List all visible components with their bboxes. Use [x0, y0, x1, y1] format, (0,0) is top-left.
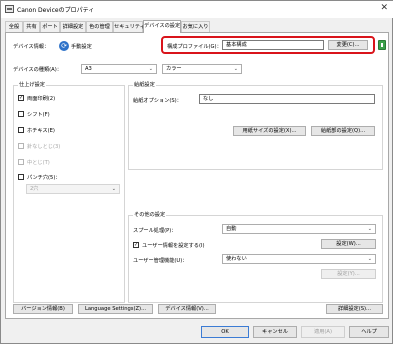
properties-window: Canon Deviceのプロパティ ✕ 全般 共有 ポート 詳細設定 色の管理…: [0, 0, 393, 344]
shift-checkbox[interactable]: [18, 111, 24, 117]
user-mgmt-settings-button[interactable]: 設定(Y)...: [321, 269, 376, 279]
config-profile-field[interactable]: 基本構成: [222, 40, 324, 50]
printer-icon: [5, 5, 14, 13]
advanced-settings-button[interactable]: 詳細設定(S)...: [326, 304, 383, 314]
chevron-down-icon: ⌄: [111, 186, 116, 192]
tab-ports[interactable]: ポート: [40, 21, 60, 32]
tab-security[interactable]: セキュリティ: [113, 21, 145, 32]
device-type-label: デバイスの種類(A)：: [13, 67, 62, 73]
user-mgmt-value: 使わない: [226, 256, 247, 262]
chevron-down-icon: ⌄: [367, 256, 372, 262]
chevron-down-icon: ⌄: [148, 66, 153, 72]
staple-label: ホチキス(E): [27, 128, 55, 134]
help-button[interactable]: ヘルプ: [349, 326, 389, 338]
chevron-down-icon: ⌄: [367, 226, 372, 232]
staple-free-checkbox[interactable]: [18, 143, 24, 149]
ok-button[interactable]: OK: [201, 326, 249, 338]
window-title: Canon Deviceのプロパティ: [17, 7, 95, 14]
punch-label: パンチ穴(5)：: [27, 175, 61, 181]
saddle-stitch-label: 中とじ(T): [27, 160, 50, 166]
shift-label: シフト(F): [27, 112, 50, 118]
sync-icon: ⟳: [59, 41, 69, 51]
punch-select[interactable]: 2穴 ⌄: [26, 184, 120, 194]
duplex-checkbox[interactable]: ✓: [18, 95, 24, 101]
feed-section-settings-button[interactable]: 給紙部の設定(Q)...: [311, 126, 375, 136]
device-info-button[interactable]: デバイス情報(V)...: [158, 304, 216, 314]
tab-sharing[interactable]: 共有: [23, 21, 40, 32]
user-info-settings-button[interactable]: 設定(W)...: [321, 239, 376, 249]
device-size-select[interactable]: A3 ⌄: [81, 64, 157, 74]
device-info-label: デバイス情報：: [13, 44, 50, 50]
staple-checkbox[interactable]: [18, 127, 24, 133]
spool-select[interactable]: 自動 ⌄: [222, 224, 376, 234]
title-bar: Canon Deviceのプロパティ ✕: [1, 1, 393, 18]
tab-color-management[interactable]: 色の管理: [86, 21, 113, 32]
config-profile-label: 構成プロファイル(G)：: [167, 44, 222, 50]
color-mode-select[interactable]: カラー ⌄: [162, 64, 242, 74]
change-button[interactable]: 変更(C)...: [328, 40, 368, 50]
duplex-label: 両面印刷(2): [27, 96, 56, 102]
staple-free-label: 針なしとじ(3): [27, 144, 61, 150]
device-info-mode: 手動設定: [71, 44, 92, 50]
color-mode-value: カラー: [166, 66, 182, 72]
spool-value: 自動: [226, 226, 237, 232]
device-status-icon: [378, 40, 386, 50]
cancel-button[interactable]: キャンセル: [253, 326, 297, 338]
tab-favorites[interactable]: お気に入り: [181, 21, 210, 32]
saddle-stitch-checkbox[interactable]: [18, 159, 24, 165]
user-mgmt-select[interactable]: 使わない ⌄: [222, 254, 376, 264]
device-size-value: A3: [85, 66, 92, 72]
tab-general[interactable]: 全般: [5, 21, 23, 32]
tab-advanced[interactable]: 詳細設定: [60, 21, 86, 32]
apply-button[interactable]: 適用(A): [301, 326, 345, 338]
paper-feed-title: 給紙設定: [133, 81, 156, 88]
version-info-button[interactable]: バージョン情報(B): [13, 304, 73, 314]
feed-option-label: 給紙オプション(S)：: [133, 98, 182, 104]
user-info-checkbox[interactable]: ✓: [133, 242, 139, 248]
device-settings-panel: デバイス情報： ⟳ 手動設定 構成プロファイル(G)： 基本構成 変更(C)..…: [5, 32, 389, 319]
paper-size-settings-button[interactable]: 用紙サイズの設定(X)...: [233, 126, 306, 136]
close-icon[interactable]: ✕: [380, 3, 388, 13]
other-settings-title: その他の設定: [133, 211, 167, 218]
finishing-title: 仕上げ設定: [18, 81, 46, 88]
punch-checkbox[interactable]: [18, 174, 24, 180]
user-mgmt-label: ユーザー管理機能(U)：: [133, 258, 188, 264]
tab-device-settings[interactable]: デバイスの設定: [143, 20, 181, 33]
chevron-down-icon: ⌄: [233, 66, 238, 72]
user-info-label: ユーザー情報を設定する(I): [142, 243, 205, 249]
punch-value: 2穴: [30, 186, 39, 192]
spool-label: スプール処理(P)：: [133, 228, 177, 234]
language-settings-button[interactable]: Language Settings(Z)...: [78, 304, 153, 314]
feed-option-field[interactable]: なし: [199, 94, 375, 104]
